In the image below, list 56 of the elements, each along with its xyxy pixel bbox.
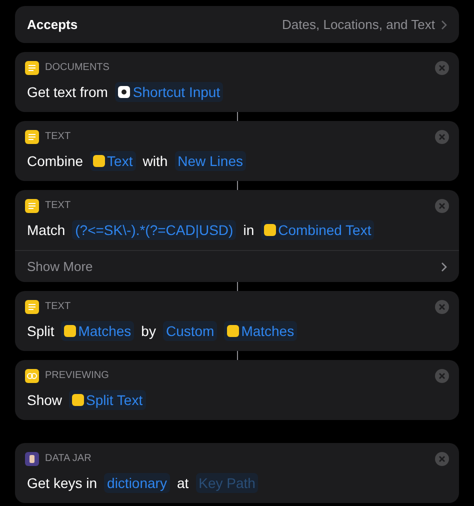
- jar-icon: [25, 452, 39, 466]
- action-card[interactable]: DATA JAR Get keys in dictionary at Key Path: [15, 443, 459, 503]
- action-card[interactable]: TEXT Match (?<=SK\-).*(?=CAD|USD) in Combined Text Show More: [15, 190, 459, 282]
- variable-token[interactable]: Shortcut Input: [114, 82, 224, 102]
- show-more-row[interactable]: Show More: [15, 250, 459, 282]
- accepts-row[interactable]: Accepts Dates, Locations, and Text: [15, 6, 459, 43]
- variable-token[interactable]: Combined Text: [261, 220, 374, 240]
- category-label: TEXT: [45, 300, 71, 314]
- action-text: Show: [27, 391, 62, 410]
- variable-icon: [64, 325, 76, 337]
- variable-token[interactable]: Split Text: [69, 390, 146, 410]
- category-label: TEXT: [45, 130, 71, 144]
- action-card[interactable]: DOCUMENTS Get text from Shortcut Input: [15, 52, 459, 112]
- action-text: Get text from: [27, 83, 108, 102]
- category-label: TEXT: [45, 199, 71, 213]
- variable-token[interactable]: Matches: [61, 321, 134, 341]
- action-text: Split: [27, 322, 54, 341]
- variable-icon: [93, 155, 106, 167]
- variable-token[interactable]: Custom: [162, 321, 218, 341]
- variable-token[interactable]: Matches: [224, 321, 298, 341]
- eye-icon: [25, 368, 39, 382]
- action-text: at: [176, 474, 189, 493]
- remove-icon[interactable]: [435, 130, 449, 144]
- chevron-icon: [441, 20, 447, 30]
- action-text: by: [141, 322, 156, 341]
- notes-icon: [25, 300, 39, 314]
- notes-icon: [25, 130, 39, 144]
- notes-icon: [25, 198, 39, 212]
- remove-icon[interactable]: [435, 198, 449, 212]
- chevron-icon: [441, 262, 447, 272]
- remove-icon[interactable]: [435, 300, 449, 314]
- action-card[interactable]: TEXT Split Matches by Custom Matches: [15, 291, 459, 351]
- variable-icon: [227, 325, 240, 337]
- variable-icon: [264, 224, 276, 236]
- category-label: DATA JAR: [45, 452, 92, 466]
- accepts-value: Dates, Locations, and Text: [282, 16, 435, 34]
- shortcut-icon: [118, 86, 130, 98]
- variable-token[interactable]: Text: [90, 151, 136, 171]
- action-card[interactable]: PREVIEWING Show Split Text: [15, 360, 459, 420]
- remove-icon[interactable]: [435, 368, 449, 382]
- variable-icon: [72, 394, 84, 406]
- accepts-label: Accepts: [27, 16, 78, 34]
- notes-icon: [25, 60, 39, 74]
- remove-icon[interactable]: [435, 60, 449, 74]
- action-card[interactable]: TEXT Combine Text with New Lines: [15, 121, 459, 181]
- action-text: Get keys in: [27, 474, 98, 493]
- action-text: with: [142, 152, 168, 171]
- variable-token[interactable]: (?<=SK\-).*(?=CAD|USD): [72, 220, 236, 240]
- variable-token[interactable]: New Lines: [174, 151, 246, 171]
- variable-token[interactable]: dictionary: [104, 473, 170, 493]
- action-text: Match: [27, 221, 66, 240]
- remove-icon[interactable]: [435, 452, 449, 466]
- category-label: DOCUMENTS: [45, 61, 110, 75]
- action-text: Combine: [27, 152, 84, 171]
- action-text: in: [243, 221, 254, 240]
- category-label: PREVIEWING: [45, 369, 109, 383]
